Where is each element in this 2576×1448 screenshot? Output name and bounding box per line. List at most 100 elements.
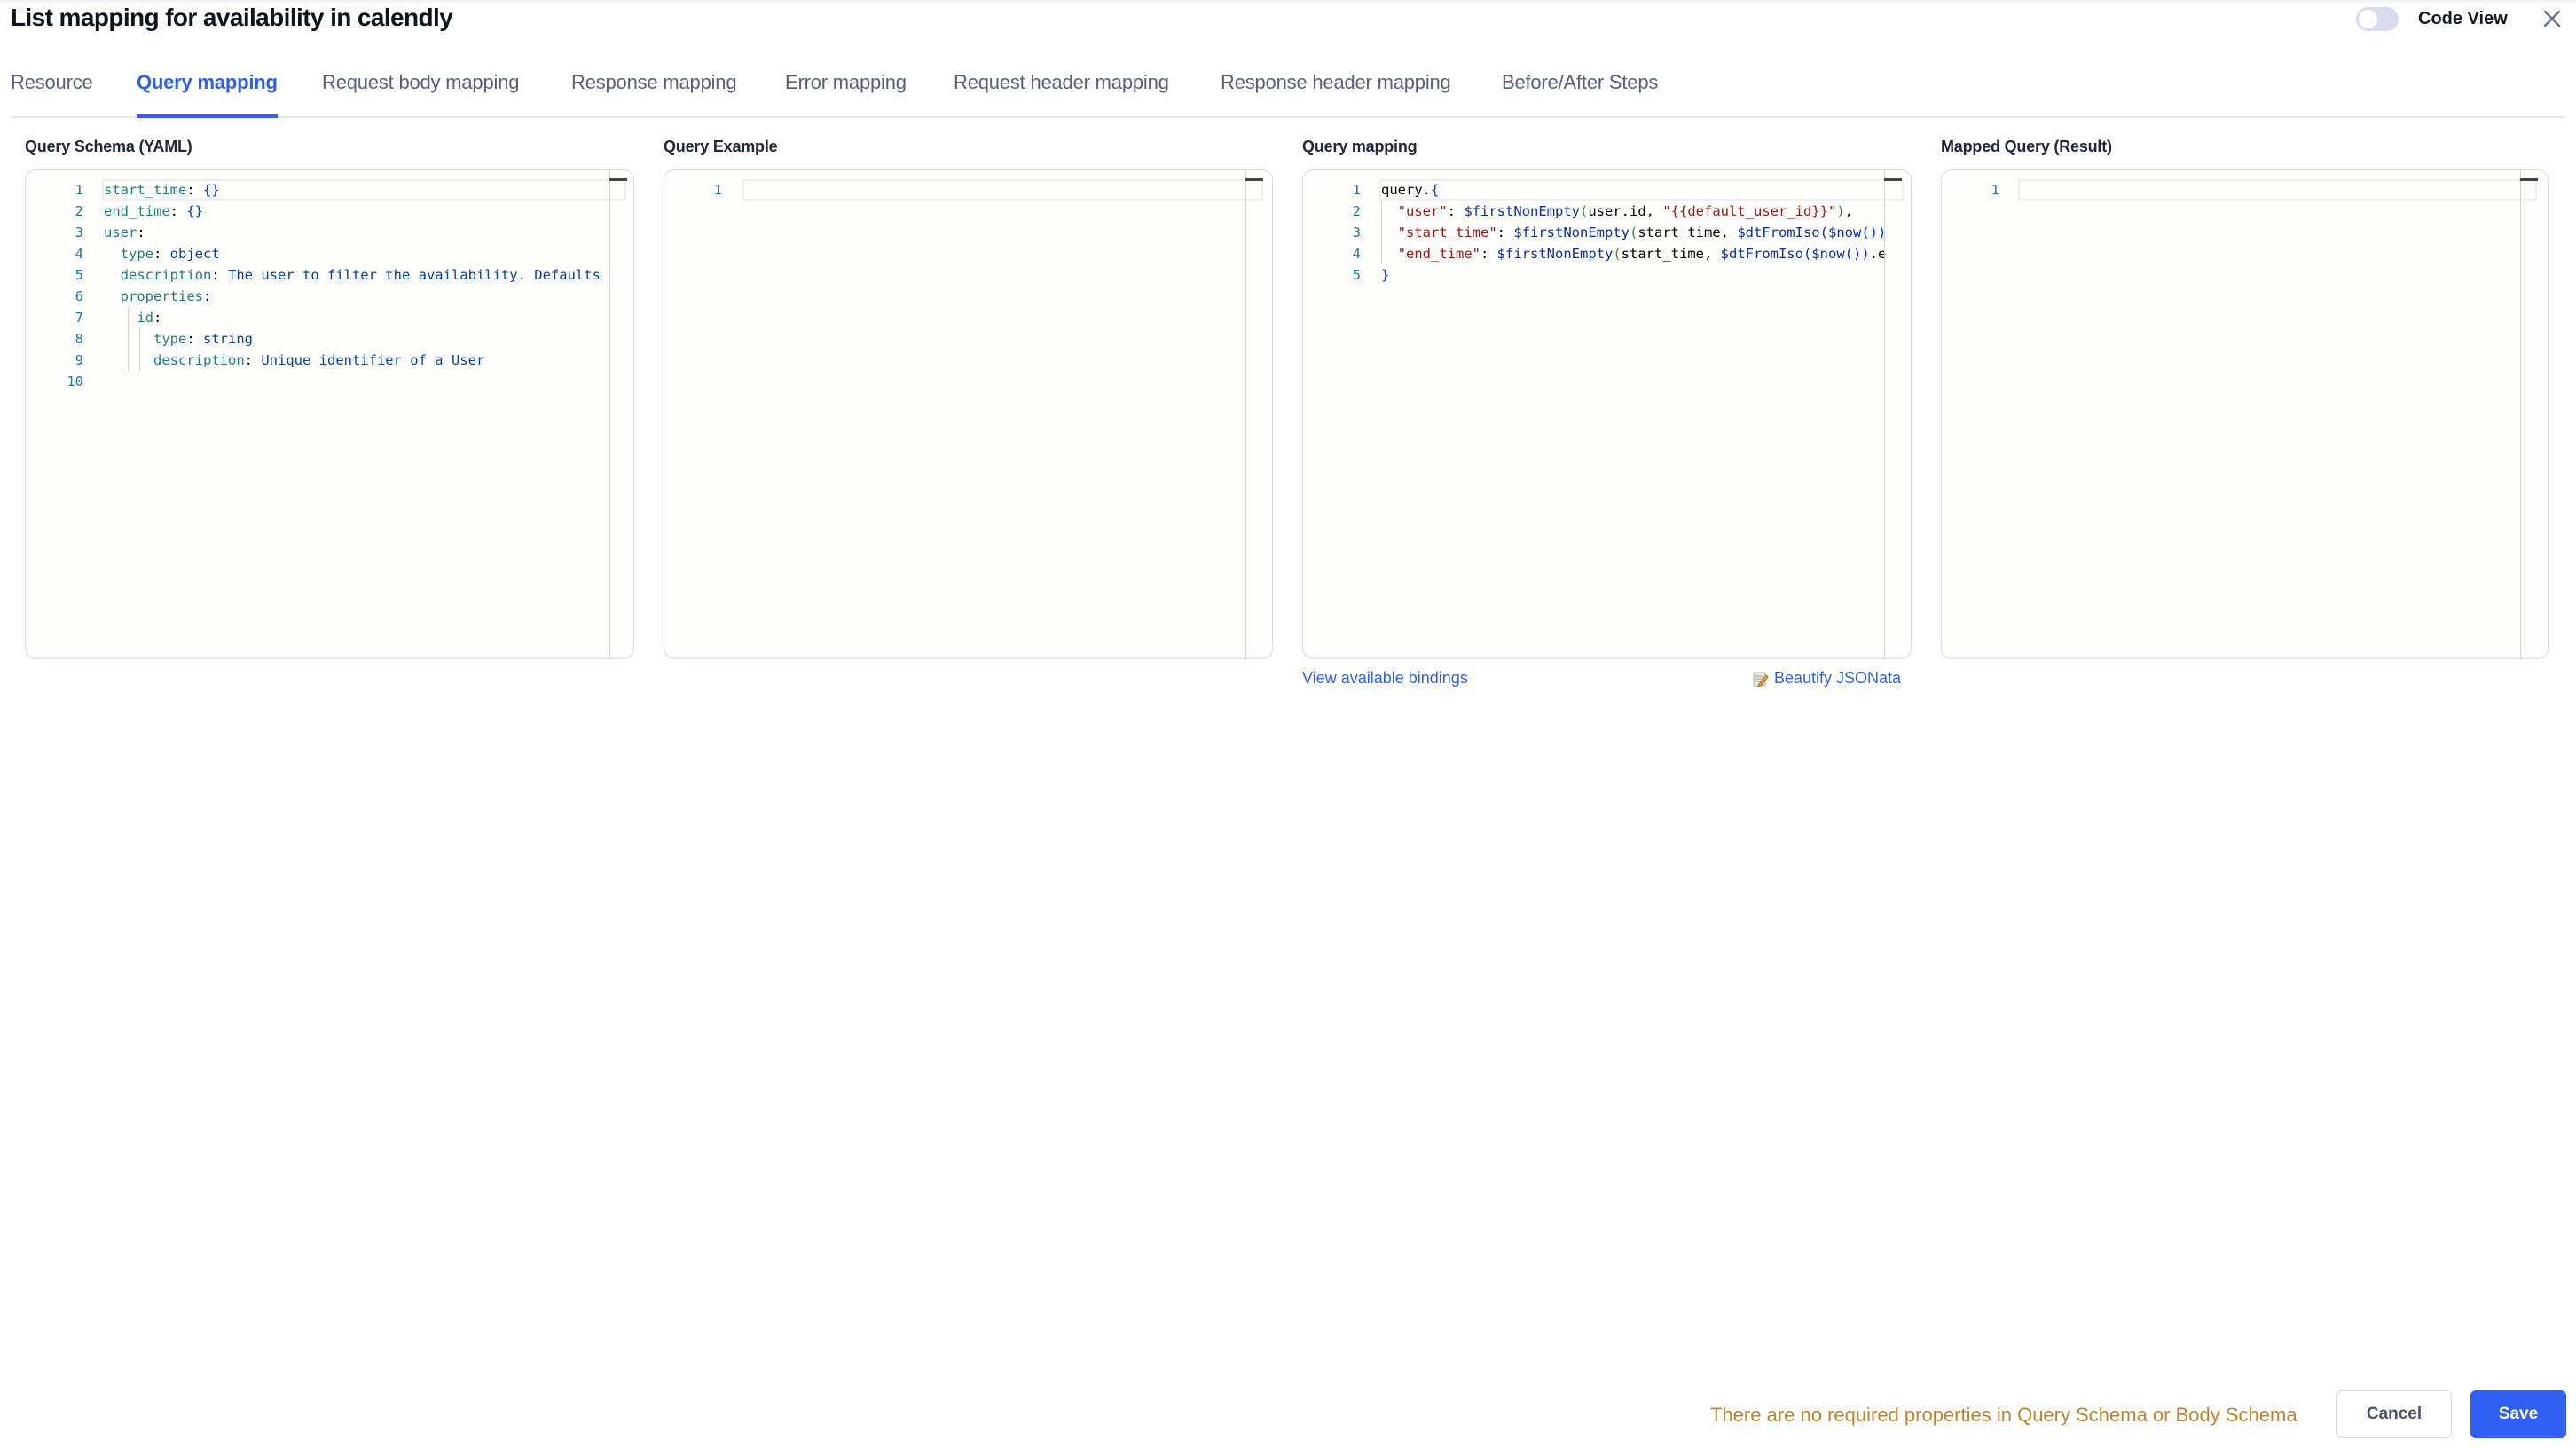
code-text: } — [1381, 264, 1389, 286]
code-token: end_time — [104, 203, 170, 219]
line-number: 3 — [75, 224, 83, 240]
notepad-pencil-icon — [1753, 672, 1769, 687]
code-token: : — [1447, 203, 1465, 219]
line-number: 3 — [1352, 224, 1361, 240]
code-token: Unique identifier of a User — [261, 352, 485, 368]
overview-ruler-cursor — [1884, 178, 1902, 181]
code-token: "{{default_user_id}}" — [1662, 203, 1837, 219]
overview-ruler[interactable] — [2520, 170, 2521, 658]
code-token: $now — [1827, 224, 1862, 240]
line-number: 4 — [1352, 246, 1361, 262]
line-number: 2 — [75, 203, 83, 219]
code-view-toggle[interactable] — [2356, 6, 2399, 31]
query-schema-editor[interactable]: 1 start_time: {} 2 end_time: {} 3 user: 4 type… — [25, 169, 634, 659]
code-text: "user": $firstNonEmpty(user.id, "{{defau… — [1381, 201, 1853, 222]
tab-response-mapping[interactable]: Response mapping — [571, 71, 737, 116]
save-button[interactable]: Save — [2470, 1390, 2566, 1438]
code-token: $dtFromIso — [1720, 246, 1803, 262]
code-token: type — [120, 246, 153, 262]
code-view-label: Code View — [2418, 8, 2508, 28]
tab-request-body-mapping[interactable]: Request body mapping — [322, 71, 519, 116]
query-mapping-editor[interactable]: 1 query.{2 "user": $firstNonEmpty(user.id… — [1302, 169, 1912, 659]
page-title: List mapping for availability in calendl… — [11, 4, 453, 31]
beautify-jsonata-button[interactable]: Beautify JSONata — [1753, 669, 1901, 688]
view-available-bindings-link[interactable]: View available bindings — [1302, 669, 1468, 688]
overview-ruler[interactable] — [1884, 170, 1885, 658]
cancel-button[interactable]: Cancel — [2336, 1390, 2452, 1438]
code-token: ( — [1580, 203, 1589, 219]
code-text: start_time: {} — [104, 179, 220, 201]
code-line: 5} — [1303, 264, 1898, 286]
code-line: 7 id: — [26, 307, 607, 328]
code-token: user — [104, 224, 137, 240]
code-token: $firstNonEmpty — [1513, 224, 1630, 240]
indent-guide — [1381, 201, 1382, 264]
close-icon — [2543, 10, 2561, 28]
query-example-editor[interactable]: 1 — [664, 169, 1273, 659]
mapped-query-result-label: Mapped Query (Result) — [1941, 138, 2112, 155]
beautify-label: Beautify JSONata — [1774, 669, 1902, 687]
code-token: () — [1844, 246, 1862, 262]
code-line: 3 user: — [26, 222, 607, 243]
line-number: 5 — [75, 267, 83, 283]
code-view-control: Code View — [2356, 6, 2508, 31]
code-text: properties: — [104, 286, 212, 307]
code-text: user: — [104, 222, 145, 243]
code-token: ( — [1613, 246, 1622, 262]
query-schema-label: Query Schema (YAML) — [25, 138, 192, 155]
code-token: id — [137, 310, 153, 326]
code-token: } — [1381, 267, 1390, 283]
tab-query-mapping[interactable]: Query mapping — [137, 71, 278, 118]
code-token: $dtFromIso — [1737, 224, 1820, 240]
code-token: start_time, — [1637, 224, 1738, 240]
code-token: string — [203, 331, 253, 347]
code-token: "user" — [1397, 203, 1448, 219]
query-mapping-label: Query mapping — [1302, 138, 1418, 155]
code-lines: 1 query.{2 "user": $firstNonEmpty(user.id… — [1303, 179, 1898, 286]
mapped-query-result-editor[interactable]: 1 — [1941, 169, 2549, 659]
line-number: 4 — [75, 246, 83, 262]
code-line: 1 start_time: {} — [26, 179, 607, 201]
code-token: start_time — [104, 182, 187, 198]
tab-resource[interactable]: Resource — [11, 71, 93, 116]
code-token: : — [244, 352, 262, 368]
code-token: $now — [1811, 246, 1845, 262]
code-token: properties — [120, 288, 203, 304]
code-token: : — [153, 310, 162, 326]
code-line: 2 end_time: {} — [26, 201, 607, 222]
overview-ruler[interactable] — [609, 170, 610, 658]
code-text: id: — [104, 307, 161, 328]
code-token: : — [186, 331, 203, 347]
code-token: : — [211, 267, 228, 283]
code-line: 9 description: Unique identifier of a Us… — [26, 350, 607, 371]
code-token: : — [186, 182, 203, 198]
overview-ruler[interactable] — [1245, 170, 1246, 658]
code-line: 4 type: object — [26, 243, 607, 264]
tab-response-header-mapping[interactable]: Response header mapping — [1221, 71, 1451, 116]
code-text: "start_time": $firstNonEmpty(start_time,… — [1381, 222, 1887, 243]
line-number: 8 — [75, 331, 83, 347]
code-token: $firstNonEmpty — [1464, 203, 1580, 219]
line-number: 6 — [75, 288, 83, 304]
code-token: ( — [1819, 224, 1828, 240]
code-token: {} — [203, 182, 220, 198]
code-token: $firstNonEmpty — [1496, 246, 1614, 262]
code-token: : — [153, 246, 170, 262]
tab-error-mapping[interactable]: Error mapping — [785, 71, 907, 116]
code-text: description: The user to filter the avai… — [104, 264, 601, 286]
code-token: "end_time" — [1397, 246, 1480, 262]
code-text: end_time: {} — [104, 201, 203, 222]
code-text: "end_time": $firstNonEmpty(start_time, $… — [1381, 243, 1887, 264]
line-number: 9 — [75, 352, 83, 368]
code-token: "start_time" — [1397, 224, 1497, 240]
tab-before-after-steps[interactable]: Before/After Steps — [1502, 71, 1658, 116]
close-button[interactable] — [2539, 5, 2565, 32]
line-number: 5 — [1352, 267, 1361, 283]
code-token: {} — [186, 203, 203, 219]
code-token: user.id, — [1588, 203, 1663, 219]
query-example-label: Query Example — [664, 138, 778, 155]
tab-request-header-mapping[interactable]: Request header mapping — [954, 71, 1169, 116]
code-line: 1 — [664, 179, 1245, 201]
